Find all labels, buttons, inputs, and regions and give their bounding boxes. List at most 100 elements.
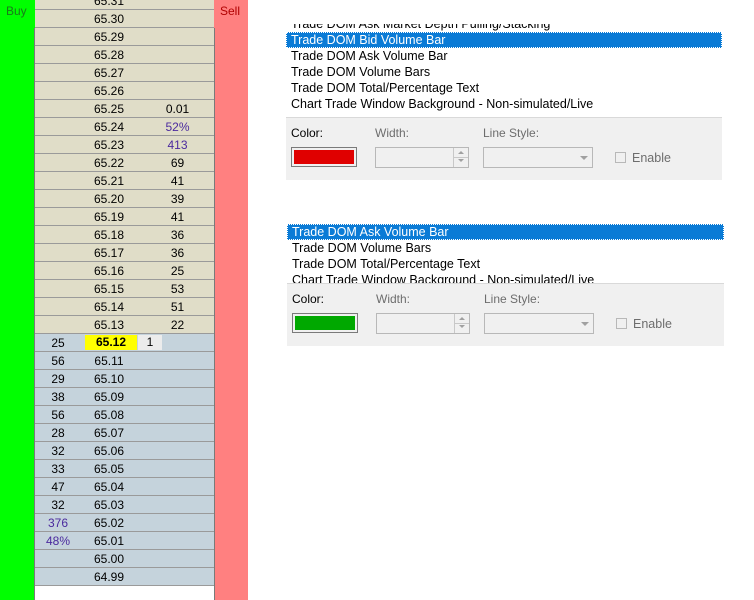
ask-volume: 51 [170, 300, 185, 314]
dom-price-row[interactable]: 32 65.06 [35, 442, 214, 460]
price-level: 65.26 [93, 84, 125, 98]
price-level: 65.14 [93, 300, 125, 314]
graphics-list-item[interactable]: Trade DOM Volume Bars [286, 64, 722, 80]
price-level: 65.23 [93, 138, 125, 152]
bid-volume: 28 [51, 426, 65, 440]
width-spinner[interactable] [375, 147, 469, 168]
ask-volume: 36 [170, 246, 185, 260]
dom-price-row[interactable]: 65.25 0.01 [35, 100, 214, 118]
price-ladder-rows: 65.31 65.30 65.29 65.28 65.27 65.26 65.25 0.01 6… [35, 0, 214, 586]
dom-price-row[interactable]: 47 65.04 [35, 478, 214, 496]
bid-volume: 56 [51, 408, 65, 422]
color-swatch-fill [294, 150, 354, 164]
graphics-list-item[interactable]: Trade DOM Ask Market Depth Pulling/Stack… [286, 24, 722, 32]
graphics-list-item[interactable]: Chart Trade Window Background - Non-simu… [286, 96, 722, 112]
dom-price-row[interactable]: 48% 65.01 [35, 532, 214, 550]
graphics-list-1[interactable]: Trade DOM Ask Market Depth Pulling/Stack… [286, 24, 722, 117]
graphics-list-item[interactable]: Trade DOM Ask Volume Bar [287, 224, 724, 240]
dom-price-row[interactable]: 65.20 39 [35, 190, 214, 208]
bid-volume: 38 [51, 390, 65, 404]
sell-column[interactable] [214, 0, 248, 600]
graphics-list-item[interactable]: Trade DOM Bid Volume Bar [286, 32, 722, 48]
buy-column[interactable] [0, 0, 35, 600]
dom-price-row[interactable]: 38 65.09 [35, 388, 214, 406]
price-level: 65.08 [93, 408, 125, 422]
bid-volume: 29 [51, 372, 65, 386]
dom-price-row[interactable]: 64.99 [35, 568, 214, 586]
price-level: 65.04 [93, 480, 125, 494]
line-style-dropdown[interactable] [483, 147, 593, 168]
price-level: 65.28 [93, 48, 125, 62]
dom-price-row[interactable]: 65.26 [35, 82, 214, 100]
price-level: 65.05 [93, 462, 125, 476]
graphics-list-item[interactable]: Trade DOM Total/Percentage Text [286, 80, 722, 96]
line-style-dropdown[interactable] [484, 313, 594, 334]
ask-volume: 25 [170, 264, 185, 278]
width-label: Width: [376, 292, 411, 306]
price-level: 65.09 [93, 390, 125, 404]
dom-price-row[interactable]: 65.19 41 [35, 208, 214, 226]
properties-row-2: Color: Width: Line Style: Enable [287, 283, 724, 346]
properties-row-1: Color: Width: Line Style: Enable [286, 117, 722, 180]
dom-price-row[interactable]: 376 65.02 [35, 514, 214, 532]
sell-header-label: Sell [220, 4, 241, 18]
width-spinner[interactable] [376, 313, 470, 334]
spinner-arrows[interactable] [454, 314, 469, 333]
dom-price-row[interactable]: 65.18 36 [35, 226, 214, 244]
sell-column-header: Sell [214, 0, 248, 28]
graphics-list-item[interactable]: Trade DOM Total/Percentage Text [287, 256, 724, 272]
dom-price-row[interactable]: 32 65.03 [35, 496, 214, 514]
enable-checkbox[interactable] [616, 318, 627, 329]
dom-price-row[interactable]: 56 65.08 [35, 406, 214, 424]
dom-price-row[interactable]: 65.31 [35, 0, 214, 10]
dom-price-row[interactable]: 29 65.10 [35, 370, 214, 388]
price-level: 65.21 [93, 174, 125, 188]
spin-up-icon [459, 317, 465, 320]
graphics-list-item[interactable]: Chart Trade Window Background - Non-simu… [287, 272, 724, 283]
price-level: 65.01 [93, 534, 125, 548]
graphics-list-2[interactable]: Trade DOM Ask Volume Bar Trade DOM Volume… [287, 224, 724, 283]
dom-price-row[interactable]: 65.27 [35, 64, 214, 82]
dom-price-row[interactable]: 65.21 41 [35, 172, 214, 190]
graphics-list-item[interactable]: Trade DOM Ask Volume Bar [286, 48, 722, 64]
chevron-down-icon [580, 156, 588, 160]
bid-volume: 33 [51, 462, 65, 476]
last-trade-size: 1 [138, 335, 162, 350]
price-level: 65.13 [93, 318, 125, 332]
dom-price-row[interactable]: 65.29 [35, 28, 214, 46]
enable-label: Enable [632, 151, 671, 165]
price-level: 65.02 [93, 516, 125, 530]
dom-price-row[interactable]: 65.13 22 [35, 316, 214, 334]
dom-price-row[interactable]: 65.00 [35, 550, 214, 568]
price-level: 65.03 [93, 498, 125, 512]
dom-price-row[interactable]: 65.30 [35, 10, 214, 28]
line-style-label: Line Style: [484, 292, 541, 306]
spinner-arrows[interactable] [453, 148, 468, 167]
spin-down-icon [459, 325, 465, 328]
color-swatch-button[interactable] [292, 313, 358, 333]
dom-price-row[interactable]: 65.28 [35, 46, 214, 64]
dom-price-row[interactable]: 65.16 25 [35, 262, 214, 280]
dom-price-row[interactable]: 33 65.05 [35, 460, 214, 478]
dom-price-row[interactable]: 28 65.07 [35, 424, 214, 442]
dom-price-row[interactable]: 56 65.11 [35, 352, 214, 370]
ask-volume: 413 [167, 138, 188, 152]
price-level: 65.07 [93, 426, 125, 440]
line-style-label: Line Style: [483, 126, 540, 140]
spin-up-icon [458, 151, 464, 154]
last-trade-price: 65.12 [85, 335, 137, 350]
price-level: 65.17 [93, 246, 125, 260]
graphics-list-item[interactable]: Trade DOM Volume Bars [287, 240, 724, 256]
enable-checkbox[interactable] [615, 152, 626, 163]
dom-price-row[interactable]: 65.15 53 [35, 280, 214, 298]
dom-price-row[interactable]: 65.14 51 [35, 298, 214, 316]
dom-price-row[interactable]: 25 65.12 1 [35, 334, 214, 352]
enable-label: Enable [633, 317, 672, 331]
ask-volume: 69 [170, 156, 185, 170]
buy-column-header: Buy [0, 0, 35, 28]
dom-price-row[interactable]: 65.22 69 [35, 154, 214, 172]
dom-price-row[interactable]: 65.23 413 [35, 136, 214, 154]
color-swatch-button[interactable] [291, 147, 357, 167]
dom-price-row[interactable]: 65.17 36 [35, 244, 214, 262]
dom-price-row[interactable]: 65.24 52% [35, 118, 214, 136]
